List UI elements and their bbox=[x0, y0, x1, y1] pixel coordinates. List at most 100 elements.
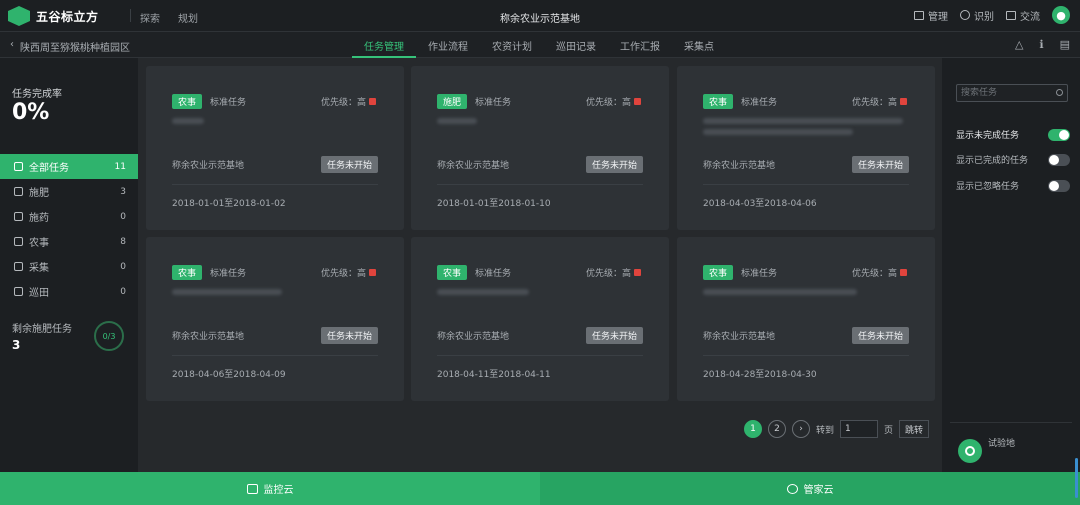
task-description-blurred bbox=[437, 118, 477, 124]
scrollbar[interactable] bbox=[1075, 458, 1078, 498]
toggle-show-ignored[interactable]: 显示已忽略任务 bbox=[956, 179, 1070, 192]
task-tag: 施肥 bbox=[437, 94, 468, 109]
category-patrol[interactable]: 巡田 0 bbox=[0, 279, 138, 304]
category-label: 施药 bbox=[29, 213, 49, 224]
priority-label: 优先级：高 bbox=[320, 98, 366, 108]
page-jump-input[interactable] bbox=[840, 420, 879, 438]
task-date-range: 2018-01-01至2018-01-10 bbox=[437, 199, 551, 209]
task-base: 称余农业示范基地 bbox=[437, 332, 510, 342]
task-status-badge: 任务未开始 bbox=[851, 156, 909, 173]
task-tag: 农事 bbox=[703, 265, 734, 280]
task-type: 标准任务 bbox=[475, 98, 512, 108]
category-count: 11 bbox=[114, 161, 126, 172]
category-collect[interactable]: 采集 0 bbox=[0, 254, 138, 279]
toggle-knob bbox=[1059, 129, 1069, 140]
page-button-1[interactable]: 1 bbox=[744, 420, 762, 438]
tab-collection-points[interactable]: 采集点 bbox=[672, 32, 726, 58]
task-tag: 农事 bbox=[172, 265, 203, 280]
task-card[interactable]: 农事 标准任务 优先级：高 称余农业示范基地 任务未开始 2018-01-01至… bbox=[146, 66, 404, 230]
task-date-range: 2018-04-06至2018-04-09 bbox=[172, 370, 286, 380]
card-divider bbox=[703, 355, 909, 356]
monitor-icon bbox=[246, 483, 258, 494]
bell-icon[interactable]: △ bbox=[1015, 38, 1023, 51]
search-icon[interactable] bbox=[1056, 89, 1063, 96]
task-date-range: 2018-04-03至2018-04-06 bbox=[703, 199, 817, 209]
sub-bar-actions: △ ℹ ▤ bbox=[1015, 38, 1070, 51]
module-tabs: 任务管理 作业流程 农资计划 巡田记录 工作汇报 采集点 bbox=[352, 32, 726, 58]
user-avatar[interactable]: ● bbox=[1052, 6, 1070, 24]
remaining-fertilize-value: 3 bbox=[12, 338, 21, 352]
identify-label: 识别 bbox=[974, 11, 994, 23]
page-button-2[interactable]: 2 bbox=[768, 420, 786, 438]
priority-label: 优先级：高 bbox=[585, 98, 631, 108]
category-label: 农事 bbox=[29, 238, 49, 249]
task-search[interactable] bbox=[956, 84, 1068, 102]
tab-patrol-records[interactable]: 巡田记录 bbox=[544, 32, 608, 58]
sub-bar: ‹ 陕西周至猕猴桃种植园区 任务管理 作业流程 农资计划 巡田记录 工作汇报 采… bbox=[0, 32, 1080, 58]
manage-button[interactable]: 管理 bbox=[914, 8, 948, 23]
card-divider bbox=[172, 355, 378, 356]
task-status-badge: 任务未开始 bbox=[585, 327, 643, 344]
filter-panel: 显示未完成任务 显示已完成的任务 显示已忽略任务 试验地 bbox=[942, 58, 1080, 472]
tab-supplies-plan[interactable]: 农资计划 bbox=[480, 32, 544, 58]
remaining-fertilize-label: 剩余施肥任务 bbox=[12, 324, 72, 335]
task-search-input[interactable] bbox=[957, 85, 1049, 101]
patrol-icon bbox=[14, 287, 23, 296]
toggle-switch[interactable] bbox=[1048, 179, 1070, 192]
status-label: 任务未开始 bbox=[326, 161, 372, 171]
category-fertilize[interactable]: 施肥 3 bbox=[0, 179, 138, 204]
back-icon[interactable]: ‹ bbox=[10, 39, 14, 54]
task-card[interactable]: 农事 标准任务 优先级：高 称余农业示范基地 任务未开始 2018-04-06至… bbox=[146, 237, 404, 401]
task-tag: 农事 bbox=[172, 94, 203, 109]
card-divider bbox=[437, 355, 643, 356]
task-type: 标准任务 bbox=[210, 98, 247, 108]
steward-cloud-button[interactable]: 管家云 bbox=[540, 472, 1080, 505]
jump-button[interactable]: 跳转 bbox=[899, 420, 930, 438]
task-card[interactable]: 农事 标准任务 优先级：高 称余农业示范基地 任务未开始 2018-04-11至… bbox=[411, 237, 669, 401]
collect-icon bbox=[14, 262, 23, 271]
task-priority: 优先级：高 bbox=[852, 266, 907, 279]
toggle-show-incomplete[interactable]: 显示未完成任务 bbox=[956, 128, 1070, 141]
category-all-tasks[interactable]: 全部任务 11 bbox=[0, 154, 138, 179]
breadcrumb-label: 陕西周至猕猴桃种植园区 bbox=[20, 43, 130, 54]
tab-task-management[interactable]: 任务管理 bbox=[352, 32, 416, 58]
task-description-blurred bbox=[172, 289, 282, 295]
tab-workflow[interactable]: 作业流程 bbox=[416, 32, 480, 58]
card-divider bbox=[437, 184, 643, 185]
next-page-icon[interactable]: › bbox=[792, 420, 810, 438]
task-card[interactable]: 农事 标准任务 优先级：高 称余农业示范基地 任务未开始 2018-04-03至… bbox=[677, 66, 935, 230]
tab-work-report[interactable]: 工作汇报 bbox=[608, 32, 672, 58]
task-date-range: 2018-01-01至2018-01-02 bbox=[172, 199, 286, 209]
task-description-blurred bbox=[437, 289, 529, 295]
toggle-show-completed[interactable]: 显示已完成的任务 bbox=[956, 153, 1070, 166]
breadcrumb[interactable]: ‹ 陕西周至猕猴桃种植园区 bbox=[10, 39, 130, 54]
task-card[interactable]: 农事 标准任务 优先级：高 称余农业示范基地 任务未开始 2018-04-28至… bbox=[677, 237, 935, 401]
category-farming[interactable]: 农事 8 bbox=[0, 229, 138, 254]
category-count: 0 bbox=[120, 261, 126, 272]
task-base: 称余农业示范基地 bbox=[703, 332, 776, 342]
user-icon: ● bbox=[1056, 8, 1066, 22]
task-priority: 优先级：高 bbox=[586, 266, 641, 279]
category-spray[interactable]: 施药 0 bbox=[0, 204, 138, 229]
task-card[interactable]: 施肥 标准任务 优先级：高 称余农业示范基地 任务未开始 2018-01-01至… bbox=[411, 66, 669, 230]
card-divider bbox=[172, 184, 378, 185]
chat-button[interactable]: 交流 bbox=[1006, 8, 1040, 23]
scan-icon bbox=[960, 10, 970, 20]
test-field-label: 试验地 bbox=[988, 439, 1016, 449]
task-date-range: 2018-04-11至2018-04-11 bbox=[437, 370, 551, 380]
spray-icon bbox=[14, 212, 23, 221]
task-type: 标准任务 bbox=[210, 269, 247, 279]
task-base: 称余农业示范基地 bbox=[703, 161, 776, 171]
clipboard-icon[interactable]: ▤ bbox=[1060, 38, 1070, 51]
monitor-cloud-button[interactable]: 监控云 bbox=[0, 472, 540, 505]
progress-ring: 0/3 bbox=[94, 321, 124, 351]
toggle-switch[interactable] bbox=[1048, 128, 1070, 141]
test-field-button[interactable] bbox=[958, 439, 982, 463]
top-bar: 五谷标立方 探索 规划 称余农业示范基地 管理 识别 交流 ● bbox=[0, 0, 1080, 32]
priority-label: 优先级：高 bbox=[585, 269, 631, 279]
toggle-switch[interactable] bbox=[1048, 153, 1070, 166]
priority-high-icon bbox=[900, 98, 907, 105]
identify-button[interactable]: 识别 bbox=[960, 8, 994, 23]
info-icon[interactable]: ℹ bbox=[1039, 38, 1043, 51]
status-label: 任务未开始 bbox=[591, 332, 637, 342]
